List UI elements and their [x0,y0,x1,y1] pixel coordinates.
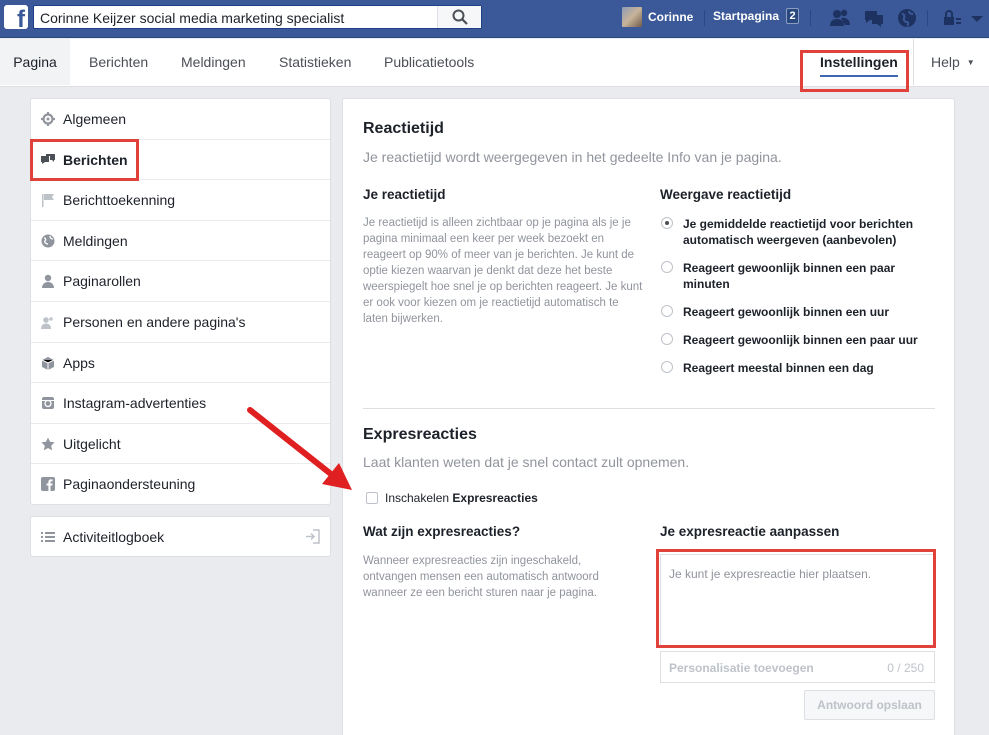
notifications-globe-icon[interactable] [896,7,918,29]
radio-label: Je gemiddelde reactietijd voor berichten… [683,217,914,247]
radio-button[interactable] [661,217,673,229]
enable-express-checkbox[interactable] [366,492,378,504]
sidebar-item-algemeen[interactable]: Algemeen [31,99,330,140]
your-response-description: Je reactietijd is alleen zichtbaar op je… [363,217,643,325]
divider [810,10,811,26]
section-subtitle: Laat klanten weten dat je snel contact z… [363,454,690,470]
radio-option-auto[interactable]: Je gemiddelde reactietijd voor berichten… [661,216,941,250]
top-bar: f Corinne Keijzer social media marketing… [0,0,989,38]
sidebar-item-label: Meldingen [63,232,128,249]
radio-button[interactable] [661,305,673,317]
char-counter: 0 / 250 [887,661,924,675]
sidebar-item-label: Berichttoekenning [63,192,176,209]
sidebar-item-label: Uitgelicht [63,435,121,452]
list-icon [41,532,55,542]
what-description: Wanneer expresreacties zijn ingeschakeld… [363,555,599,599]
search-button[interactable] [437,6,481,28]
radio-label: Reageert gewoonlijk binnen een uur [683,305,890,319]
sidebar-item-label: Paginarollen [63,273,141,290]
section-subtitle: Je reactietijd wordt weergegeven in het … [363,149,782,165]
highlight-box-berichten [30,139,139,181]
highlight-box-reply [656,549,936,648]
radio-label: Reageert meestal binnen een dag [683,361,874,375]
person-add-icon [41,317,53,329]
section-divider [363,408,935,409]
notification-count-badge: 2 [786,8,799,24]
divider [913,39,914,85]
radio-option-hour[interactable]: Reageert gewoonlijk binnen een uur [661,304,941,322]
tab-help[interactable]: Help ▼ [931,39,975,85]
sidebar-item-berichttoekenning[interactable]: Berichttoekenning [31,180,330,221]
tab-statistieken[interactable]: Statistieken [279,39,351,85]
sidebar-item-label: Paginaondersteuning [63,476,196,493]
display-title: Weergave reactietijd [660,187,792,202]
tab-meldingen[interactable]: Meldingen [181,39,246,85]
save-reply-button[interactable]: Antwoord opslaan [804,690,935,720]
sidebar-item-meldingen[interactable]: Meldingen [31,221,330,262]
radio-label: Reageert gewoonlijk binnen een paar minu… [683,261,896,291]
friends-icon[interactable] [829,7,851,29]
radio-label: Reageert gewoonlijk binnen een paar uur [683,333,918,347]
sidebar-item-label: Instagram-advertenties [63,395,207,412]
star-icon [41,437,55,450]
globe-icon [41,234,55,248]
radio-button[interactable] [661,333,673,345]
sidebar-item-label: Personen en andere pagina's [63,314,246,330]
section-title-expresreacties: Expresreacties [363,426,477,443]
privacy-lock-icon[interactable] [941,7,963,29]
radio-button[interactable] [661,361,673,373]
highlight-box-instellingen [800,50,909,92]
your-response-title: Je reactietijd [363,187,446,202]
person-icon [42,275,54,289]
sidebar-item-label: Apps [63,354,95,371]
sidebar-item-paginarollen[interactable]: Paginarollen [31,261,330,302]
home-link[interactable]: Startpagina [713,9,779,23]
gear-icon [41,112,55,126]
sidebar-item-personen[interactable]: Personen en andere pagina's [31,302,330,343]
personalize-button[interactable]: Personalisatie toevoegen [669,661,814,675]
radio-option-hours[interactable]: Reageert gewoonlijk binnen een paar uur [661,332,941,350]
what-title: Wat zijn expresreacties? [363,524,521,539]
radio-option-minutes[interactable]: Reageert gewoonlijk binnen een paar minu… [661,260,941,294]
profile-link[interactable]: Corinne [622,7,693,27]
customize-title: Je expresreactie aanpassen [660,524,840,539]
account-menu-chevron-down-icon[interactable] [966,7,988,29]
activity-log-label: Activiteitlogboek [63,529,165,545]
caret-down-icon: ▼ [966,58,975,67]
flag-icon [42,194,54,208]
enter-icon [306,529,320,544]
instagram-icon [42,397,54,410]
search-icon [452,9,468,25]
search-input[interactable]: Corinne Keijzer social media marketing s… [40,10,344,26]
messages-icon[interactable] [863,7,885,29]
sidebar-item-label: Algemeen [63,111,127,127]
radio-option-day[interactable]: Reageert meestal binnen een dag [661,360,941,378]
personalize-field[interactable]: Personalisatie toevoegen 0 / 250 [660,651,935,683]
avatar [622,7,642,27]
tab-berichten[interactable]: Berichten [89,39,148,85]
tab-pagina[interactable]: Pagina [0,39,70,85]
sidebar-item-activity-log[interactable]: Activiteitlogboek [30,516,331,557]
sidebar-item-apps[interactable]: Apps [31,343,330,384]
section-title-reactietijd: Reactietijd [363,120,444,137]
facebook-icon [41,477,55,492]
divider [704,10,705,26]
tab-publicatietools[interactable]: Publicatietools [384,39,474,85]
box-icon [41,356,55,370]
search-bar[interactable]: Corinne Keijzer social media marketing s… [33,5,482,29]
radio-button[interactable] [661,261,673,273]
annotation-arrow [247,407,352,490]
user-name: Corinne [648,10,694,24]
divider [927,10,928,26]
facebook-logo[interactable]: f [4,5,28,32]
enable-express-label[interactable]: Inschakelen Expresreacties [385,491,538,505]
help-label: Help [931,54,960,70]
